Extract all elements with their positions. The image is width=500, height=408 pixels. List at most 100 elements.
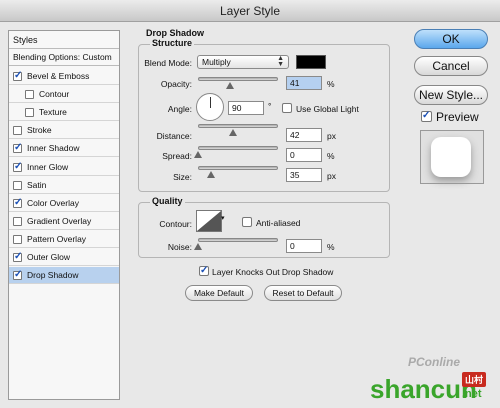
quality-title: Quality — [150, 196, 185, 206]
blending-options-item[interactable]: Blending Options: Custom — [9, 49, 119, 66]
knockout-checkbox[interactable] — [199, 265, 209, 276]
style-item-bevel-emboss[interactable]: Bevel & Emboss — [9, 68, 119, 85]
style-item-label: Satin — [27, 179, 47, 190]
noise-label: Noise: — [167, 242, 192, 252]
shadow-color-swatch[interactable] — [296, 55, 326, 69]
distance-label: Distance: — [156, 131, 192, 141]
style-item-label: Inner Glow — [27, 161, 69, 172]
reset-to-default-button[interactable]: Reset to Default — [264, 285, 342, 301]
style-item-pattern-overlay[interactable]: Pattern Overlay — [9, 231, 119, 248]
distance-unit: px — [327, 131, 336, 141]
angle-label: Angle: — [167, 104, 192, 114]
noise-unit: % — [327, 242, 335, 252]
watermark-net: .net — [462, 388, 482, 400]
spread-input[interactable]: 0 — [286, 148, 322, 162]
style-item-label: Inner Shadow — [27, 143, 80, 154]
anti-aliased-label: Anti-aliased — [256, 218, 301, 228]
new-style-button[interactable]: New Style... — [414, 85, 488, 105]
spread-slider[interactable] — [198, 146, 278, 150]
contour-label: Contour: — [159, 219, 192, 229]
cancel-button[interactable]: Cancel — [414, 56, 488, 76]
layer-style-dialog: Layer Style Styles Blending Options: Cus… — [0, 0, 500, 408]
style-item-checkbox[interactable] — [25, 108, 34, 118]
style-item-inner-glow[interactable]: Inner Glow — [9, 159, 119, 176]
opacity-slider[interactable] — [198, 77, 278, 81]
distance-slider[interactable] — [198, 124, 278, 128]
size-input[interactable]: 35 — [286, 168, 322, 182]
anti-aliased-checkbox[interactable] — [242, 217, 252, 227]
contour-dropdown-arrow-icon[interactable]: ▾ — [221, 214, 225, 222]
watermark-pconline: PConline — [408, 355, 461, 369]
noise-slider-thumb[interactable] — [194, 243, 202, 250]
style-item-label: Stroke — [27, 125, 52, 136]
style-item-label: Color Overlay — [27, 197, 79, 208]
select-arrows-icon: ▲ ▼ — [277, 55, 284, 68]
noise-input[interactable]: 0 — [286, 239, 322, 253]
angle-needle — [210, 97, 211, 108]
style-item-drop-shadow[interactable]: Drop Shadow — [9, 267, 119, 285]
spread-unit: % — [327, 151, 335, 161]
structure-title: Structure — [150, 38, 195, 48]
size-slider[interactable] — [198, 166, 278, 170]
angle-unit: ° — [268, 101, 272, 111]
spread-label: Spread: — [162, 151, 192, 161]
angle-input[interactable]: 90 — [228, 101, 264, 115]
style-item-label: Outer Glow — [27, 252, 70, 262]
style-item-checkbox[interactable] — [13, 216, 22, 226]
preview-label: Preview — [436, 110, 479, 124]
style-item-label: Drop Shadow — [27, 270, 79, 281]
title-bar: Layer Style — [0, 0, 500, 22]
noise-slider[interactable] — [198, 238, 278, 242]
drop-shadow-title: Drop Shadow — [144, 28, 206, 38]
style-item-checkbox[interactable] — [13, 142, 22, 154]
style-item-texture[interactable]: Texture — [9, 104, 119, 122]
use-global-light-label: Use Global Light — [296, 104, 359, 114]
style-item-stroke[interactable]: Stroke — [9, 122, 119, 140]
style-item-checkbox[interactable] — [13, 234, 22, 244]
style-item-checkbox[interactable] — [13, 126, 22, 136]
styles-header[interactable]: Styles — [9, 31, 119, 49]
style-item-inner-shadow[interactable]: Inner Shadow — [9, 140, 119, 158]
watermark-badge: 山村 — [462, 372, 487, 387]
preview-shape — [431, 137, 471, 177]
style-item-gradient-overlay[interactable]: Gradient Overlay — [9, 213, 119, 230]
style-item-label: Contour — [39, 89, 70, 100]
style-item-checkbox[interactable] — [13, 197, 22, 208]
opacity-slider-thumb[interactable] — [226, 82, 234, 89]
style-item-color-overlay[interactable]: Color Overlay — [9, 195, 119, 212]
style-item-contour[interactable]: Contour — [9, 86, 119, 104]
style-item-outer-glow[interactable]: Outer Glow — [9, 249, 119, 266]
opacity-input[interactable]: 41 — [286, 76, 322, 90]
style-item-checkbox[interactable] — [13, 70, 22, 81]
style-item-label: Texture — [39, 107, 67, 118]
style-items: Bevel & Emboss Contour Texture Stroke Inner … — [9, 68, 119, 398]
blend-mode-value: Multiply — [202, 57, 231, 67]
style-item-checkbox[interactable] — [13, 251, 22, 262]
size-unit: px — [327, 171, 336, 181]
styles-list: Styles Blending Options: Custom Bevel & … — [8, 30, 120, 400]
style-item-checkbox[interactable] — [13, 269, 22, 281]
distance-input[interactable]: 42 — [286, 128, 322, 142]
style-item-satin[interactable]: Satin — [9, 177, 119, 194]
window-title: Layer Style — [219, 4, 281, 18]
size-slider-thumb[interactable] — [207, 171, 215, 178]
ok-button[interactable]: OK — [414, 29, 488, 49]
style-item-checkbox[interactable] — [25, 90, 34, 100]
angle-dial[interactable] — [196, 93, 224, 121]
blend-mode-select[interactable]: Multiply ▲ ▼ — [197, 55, 289, 69]
contour-curve-icon — [197, 211, 221, 231]
style-item-label: Pattern Overlay — [27, 233, 87, 244]
style-item-checkbox[interactable] — [13, 161, 22, 172]
spread-slider-thumb[interactable] — [194, 151, 202, 158]
style-item-label: Gradient Overlay — [27, 215, 92, 226]
style-preview-thumbnail — [420, 130, 484, 184]
preview-checkbox[interactable] — [421, 110, 432, 122]
distance-slider-thumb[interactable] — [229, 129, 237, 136]
use-global-light-checkbox[interactable] — [282, 103, 292, 113]
blend-mode-label: Blend Mode: — [144, 58, 192, 68]
contour-picker[interactable] — [196, 210, 222, 232]
knockout-label: Layer Knocks Out Drop Shadow — [212, 267, 334, 277]
opacity-unit: % — [327, 79, 335, 89]
style-item-checkbox[interactable] — [13, 180, 22, 190]
make-default-button[interactable]: Make Default — [185, 285, 253, 301]
